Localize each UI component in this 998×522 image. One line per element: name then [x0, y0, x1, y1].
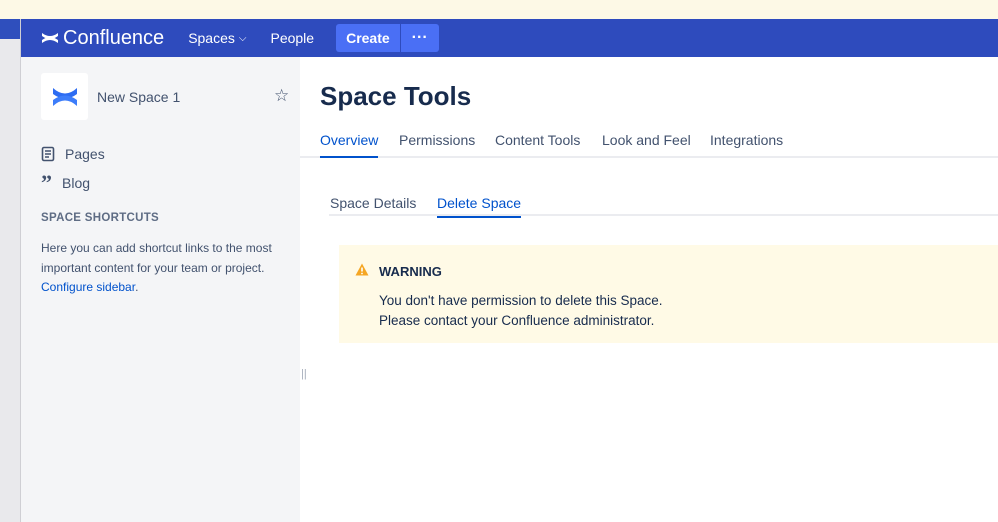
help-text: Here you can add shortcut links to the m… [41, 241, 272, 275]
spaces-label: Spaces [188, 30, 235, 46]
product-name: Confluence [63, 26, 165, 49]
tab-integrations[interactable]: Integrations [710, 132, 783, 156]
spaces-menu[interactable]: Spaces ⌵ [188, 30, 246, 46]
warning-body: You don't have permission to delete this… [379, 291, 663, 331]
confluence-logo[interactable]: Confluence [41, 27, 164, 50]
help-end: . [135, 280, 139, 294]
people-link[interactable]: People [270, 30, 314, 46]
subtab-space-details[interactable]: Space Details [330, 195, 416, 216]
more-button[interactable]: ··· [399, 24, 439, 52]
sidebar-item-pages[interactable]: Pages [41, 146, 105, 162]
space-name[interactable]: New Space 1 [97, 89, 180, 105]
confluence-logo-icon [42, 33, 58, 43]
page-title: Space Tools [320, 81, 472, 111]
tab-permissions[interactable]: Permissions [399, 132, 475, 156]
tab-overview[interactable]: Overview [320, 132, 379, 158]
configure-sidebar-link[interactable]: Configure sidebar [41, 280, 135, 294]
space-tools-tabs: Overview Permissions Content Tools Look … [300, 121, 998, 158]
warning-line: You don't have permission to delete this… [379, 293, 663, 308]
tab-content-tools[interactable]: Content Tools [495, 132, 580, 156]
shortcuts-help: Here you can add shortcut links to the m… [41, 239, 281, 298]
overview-subtabs: Space Details Delete Space [329, 183, 998, 218]
create-button[interactable]: Create [336, 24, 400, 52]
space-shortcuts-heading: SPACE SHORTCUTS [41, 212, 160, 224]
chevron-down-icon: ⌵ [238, 32, 247, 44]
quote-icon: ” [41, 170, 52, 195]
warning-icon [355, 263, 369, 276]
sidebar-item-label: Blog [62, 175, 91, 191]
subtab-delete-space[interactable]: Delete Space [437, 195, 522, 218]
star-icon[interactable]: ☆ [274, 86, 289, 106]
sidebar-item-blog[interactable]: ” Blog [41, 170, 91, 195]
warning-message: WARNING You don't have permission to del… [339, 245, 998, 343]
notification-banner [0, 0, 998, 19]
people-label: People [270, 30, 315, 46]
space-logo-icon [52, 87, 77, 106]
page-icon [41, 146, 55, 162]
sidebar-item-label: Pages [65, 146, 105, 162]
space-avatar[interactable] [41, 73, 88, 120]
sidebar-resize-handle[interactable]: || [301, 368, 307, 380]
tab-look-and-feel[interactable]: Look and Feel [602, 132, 691, 156]
warning-title: WARNING [379, 264, 442, 279]
warning-line: Please contact your Confluence administr… [379, 313, 655, 328]
background-window [0, 19, 21, 522]
top-navigation: Confluence Spaces ⌵ People Create ··· [21, 19, 998, 57]
space-sidebar: New Space 1 ☆ Pages ” Blog SPACE SHORTCU… [21, 57, 300, 522]
